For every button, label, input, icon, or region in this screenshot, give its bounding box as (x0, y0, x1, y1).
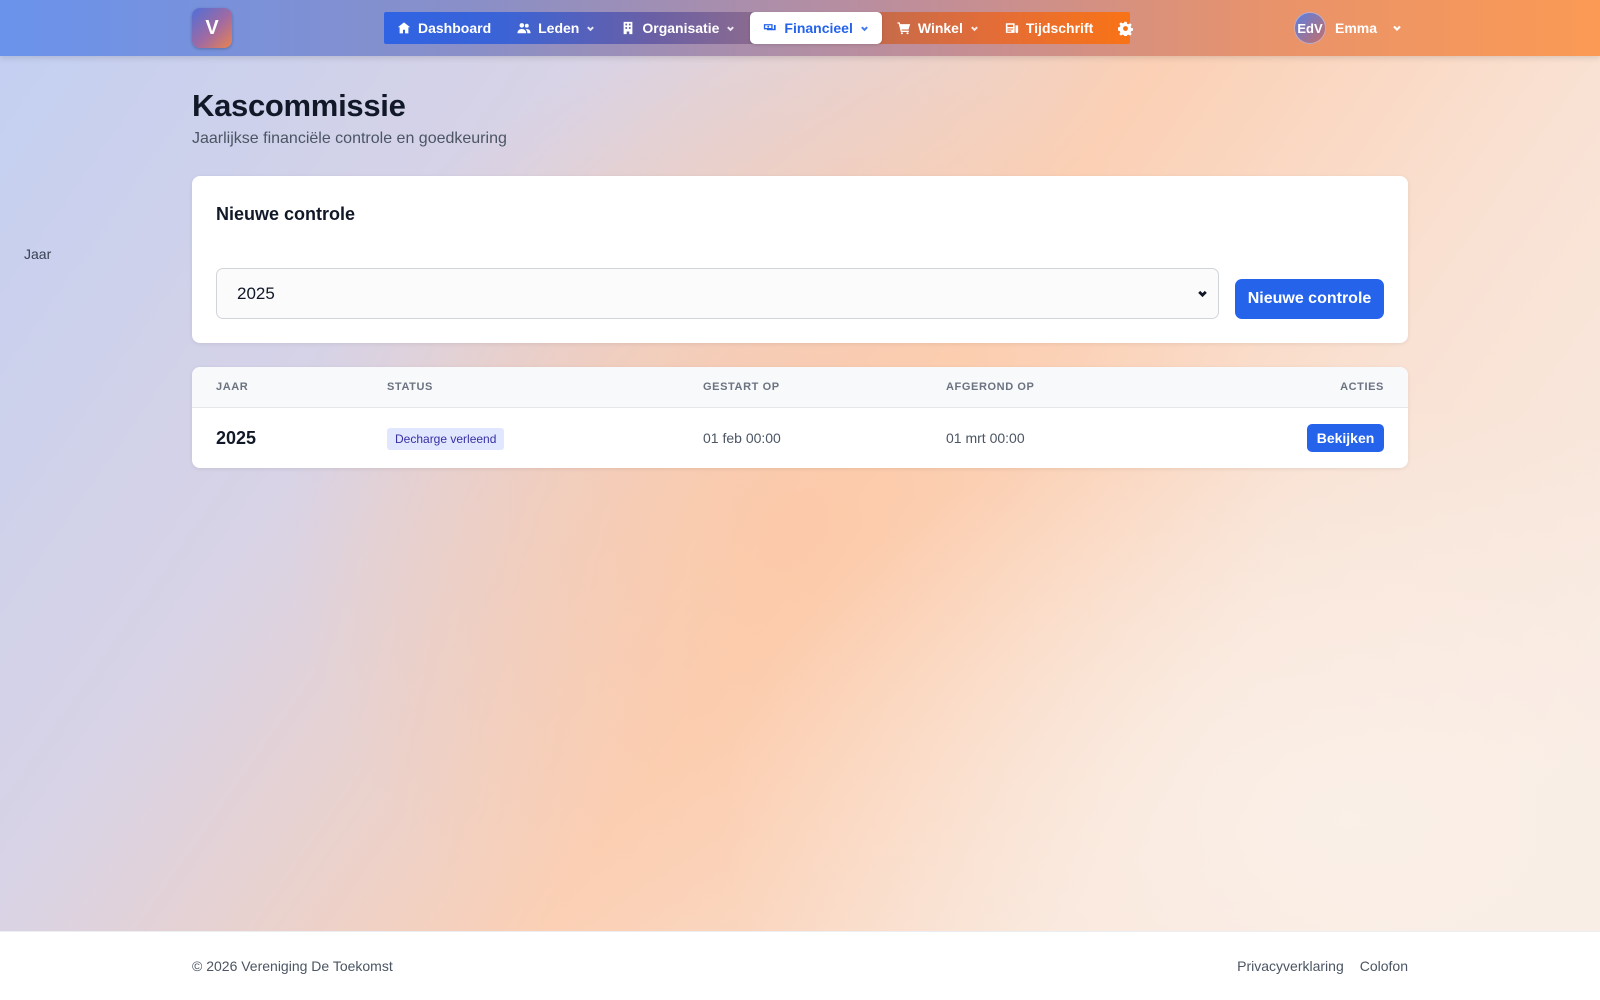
row-started: 01 feb 00:00 (703, 430, 781, 446)
row-year: 2025 (216, 428, 257, 448)
nav-item-tijdschrift[interactable]: Tijdschrift (992, 12, 1106, 44)
footer-links: Privacyverklaring Colofon (1237, 958, 1408, 974)
gear-icon (1118, 21, 1134, 36)
footer: © 2026 Vereniging De Toekomst Privacyver… (0, 931, 1600, 1000)
page-title: Kascommissie (192, 88, 406, 123)
main-nav: Dashboard Leden Organisatie Financieel W… (384, 12, 1134, 44)
column-header-jaar: JAAR (216, 381, 249, 393)
building-icon (623, 21, 633, 35)
chevron-down-icon (970, 25, 978, 31)
column-header-afgerond-op: AFGEROND OP (946, 381, 1035, 393)
nav-item-financieel[interactable]: Financieel (750, 12, 882, 44)
chevron-down-icon (1393, 25, 1401, 32)
nav-item-dashboard[interactable]: Dashboard (384, 12, 504, 44)
app-logo[interactable]: V (192, 8, 232, 48)
year-label: Jaar (24, 246, 52, 262)
view-button[interactable]: Bekijken (1307, 424, 1384, 452)
new-control-card: Nieuwe controle 2025 Nieuwe controle (192, 176, 1408, 343)
column-header-acties: ACTIES (1340, 381, 1384, 393)
nav-item-winkel[interactable]: Winkel (884, 12, 992, 44)
colofon-link[interactable]: Colofon (1360, 958, 1408, 974)
nav-item-organisatie[interactable]: Organisatie (608, 12, 748, 44)
logo-letter: V (205, 16, 219, 39)
nav-item-label: Dashboard (418, 20, 492, 36)
avatar: EdV (1294, 12, 1326, 44)
copyright: © 2026 Vereniging De Toekomst (192, 958, 393, 974)
chevron-down-icon (727, 25, 735, 31)
nav-item-settings[interactable] (1106, 12, 1145, 44)
year-select[interactable]: 2025 (216, 268, 1219, 319)
privacy-link[interactable]: Privacyverklaring (1237, 958, 1344, 974)
user-menu[interactable]: EdV Emma (1294, 12, 1402, 44)
avatar-initials: EdV (1297, 20, 1323, 36)
nav-item-leden[interactable]: Leden (504, 12, 608, 44)
magazine-icon (1005, 23, 1018, 34)
column-header-status: STATUS (387, 381, 433, 393)
chevron-down-icon (587, 25, 595, 31)
status-badge: Decharge verleend (387, 428, 505, 450)
users-icon (517, 23, 531, 34)
money-icon (764, 24, 777, 31)
page-subtitle: Jaarlijkse financiële controle en goedke… (192, 130, 507, 147)
cart-icon (897, 22, 910, 35)
user-name: Emma (1335, 20, 1378, 36)
year-select-value: 2025 (237, 283, 275, 303)
chevron-down-icon (860, 25, 868, 31)
card-title: Nieuwe controle (216, 204, 356, 224)
chevron-down-icon (1198, 290, 1207, 298)
column-header-gestart-op: GESTART OP (703, 381, 780, 393)
nav-item-label: Organisatie (642, 20, 720, 36)
nav-item-label: Leden (538, 20, 580, 36)
table-row: 2025 Decharge verleend 01 feb 00:00 01 m… (192, 408, 1408, 468)
nav-item-label: Tijdschrift (1025, 20, 1094, 36)
nav-item-label: Winkel (917, 20, 963, 36)
new-control-button[interactable]: Nieuwe controle (1235, 279, 1384, 319)
row-finished: 01 mrt 00:00 (946, 430, 1025, 446)
home-icon (397, 22, 411, 34)
controls-table: JAAR STATUS GESTART OP AFGEROND OP ACTIE… (192, 367, 1408, 468)
top-navbar: V Dashboard Leden Organisatie Financieel… (0, 0, 1600, 56)
table-header: JAAR STATUS GESTART OP AFGEROND OP ACTIE… (192, 367, 1408, 408)
nav-item-label: Financieel (784, 20, 853, 36)
